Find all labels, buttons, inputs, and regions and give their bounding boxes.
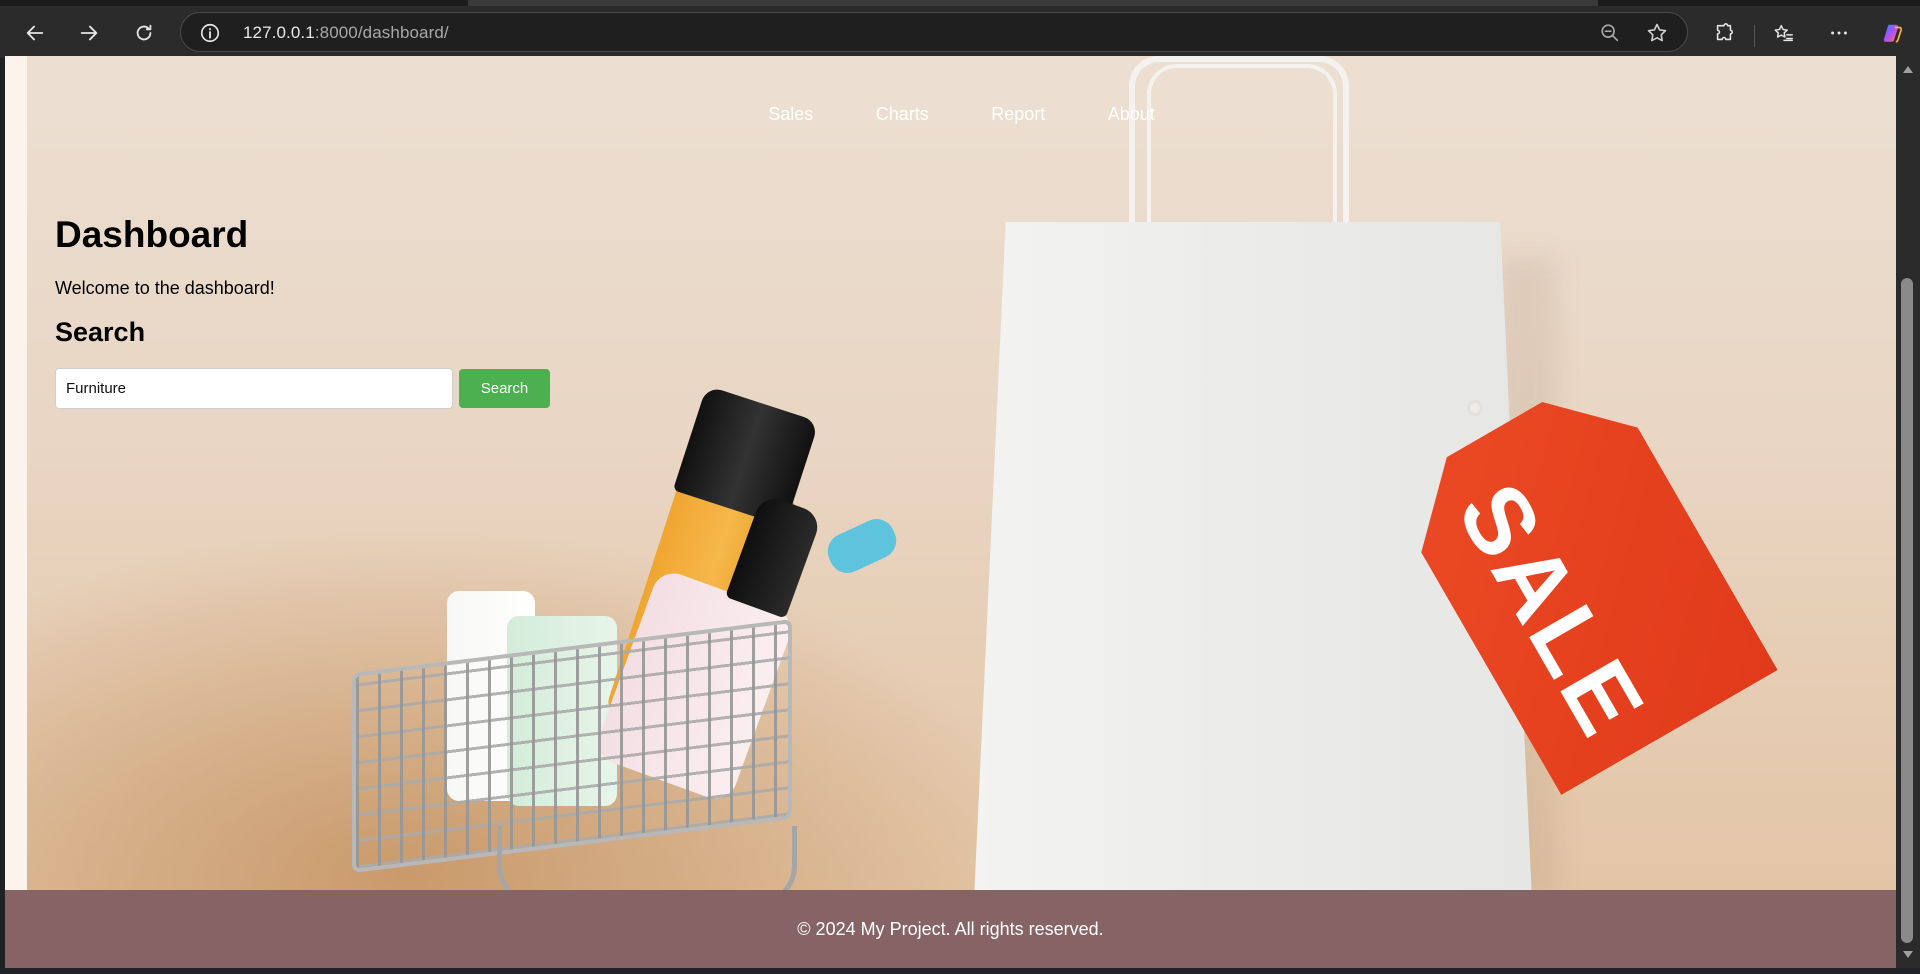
- more-button[interactable]: [1822, 16, 1856, 50]
- favorites-button[interactable]: [1767, 16, 1801, 50]
- search-button[interactable]: Search: [459, 369, 550, 408]
- puzzle-icon: [1716, 23, 1734, 41]
- url-host: 127.0.0.1: [243, 23, 315, 42]
- back-button[interactable]: [18, 16, 52, 50]
- copilot-icon: [1883, 24, 1903, 43]
- star-icon[interactable]: [1645, 21, 1669, 45]
- zoom-out-icon[interactable]: [1599, 22, 1621, 44]
- footer-copyright: © 2024 My Project. All rights reserved.: [797, 918, 1104, 939]
- info-icon[interactable]: [199, 22, 221, 44]
- dashboard-content: Dashboard Welcome to the dashboard! Sear…: [55, 214, 550, 409]
- ellipsis-icon: [1831, 31, 1847, 35]
- page-footer: © 2024 My Project. All rights reserved.: [5, 890, 1896, 968]
- nav-link-charts[interactable]: Charts: [876, 104, 929, 125]
- search-heading: Search: [55, 317, 146, 347]
- favorites-list-icon: [1774, 24, 1793, 42]
- hero-background-image: SALE Sales Charts Report About Dashboard…: [27, 56, 1896, 890]
- page-viewport: SALE Sales Charts Report About Dashboard…: [5, 56, 1896, 968]
- url-path: :8000/dashboard/: [314, 23, 449, 42]
- url-text: 127.0.0.1:8000/dashboard/: [243, 23, 449, 43]
- reload-button[interactable]: [127, 16, 161, 50]
- toolbar-divider: [1754, 25, 1755, 47]
- nav-link-about[interactable]: About: [1108, 104, 1155, 125]
- arrow-left-icon: [26, 25, 44, 41]
- bag-handle-front: [1147, 64, 1337, 234]
- browser-toolbar: 127.0.0.1:8000/dashboard/: [0, 6, 1920, 58]
- page-title: Dashboard: [55, 214, 249, 255]
- cart-handle-image: [821, 513, 903, 579]
- welcome-text: Welcome to the dashboard!: [55, 278, 275, 298]
- search-form: Search: [55, 368, 550, 409]
- copilot-button[interactable]: [1876, 16, 1910, 50]
- reload-icon: [136, 24, 152, 41]
- search-input[interactable]: [55, 368, 453, 409]
- nav-link-report[interactable]: Report: [991, 104, 1045, 125]
- sale-tag-hole: [1467, 400, 1483, 416]
- page-left-margin: [5, 56, 27, 890]
- forward-button[interactable]: [72, 16, 106, 50]
- scrollbar-thumb[interactable]: [1901, 278, 1913, 943]
- nav-link-sales[interactable]: Sales: [768, 104, 813, 125]
- arrow-right-icon: [80, 25, 98, 41]
- address-bar[interactable]: 127.0.0.1:8000/dashboard/: [180, 12, 1688, 52]
- extensions-button[interactable]: [1707, 16, 1741, 50]
- top-navigation: Sales Charts Report About: [27, 104, 1896, 125]
- scroll-up-arrow-icon[interactable]: [1903, 66, 1913, 73]
- scroll-down-arrow-icon[interactable]: [1903, 951, 1913, 958]
- cart-frame-image: [497, 826, 797, 890]
- page-scrollbar[interactable]: [1896, 56, 1920, 968]
